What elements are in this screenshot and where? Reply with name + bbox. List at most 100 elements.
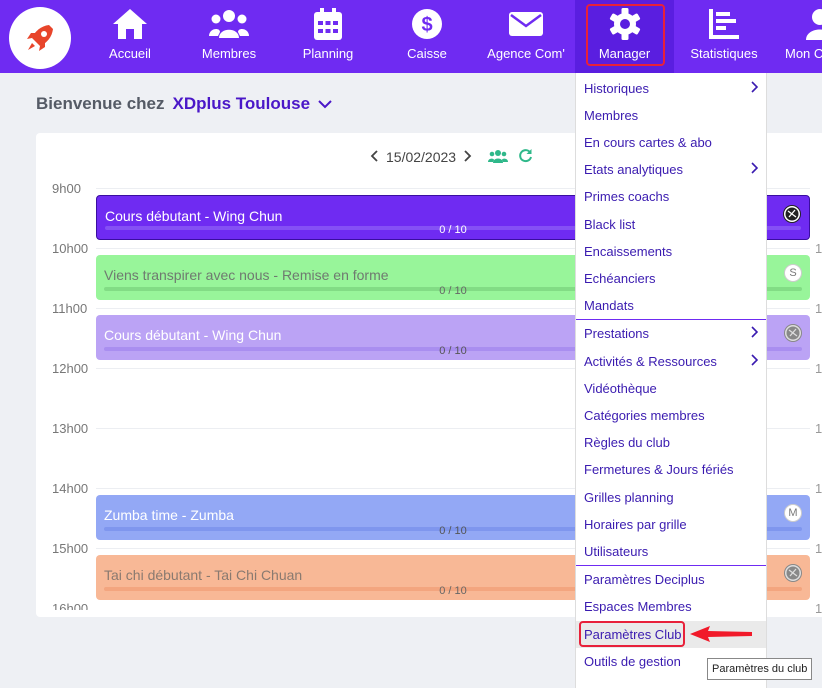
menu-item-prestations[interactable]: Prestations bbox=[576, 320, 766, 347]
right-hour-label: 1 bbox=[815, 601, 822, 616]
menu-item-label: Règles du club bbox=[584, 435, 670, 450]
menu-item-label: Echéanciers bbox=[584, 271, 656, 286]
hour-label: 9h00 bbox=[52, 181, 81, 196]
chevron-right-icon bbox=[751, 354, 759, 369]
tooltip: Paramètres du club bbox=[707, 658, 813, 680]
menu-item-categories-membres[interactable]: Catégories membres bbox=[576, 402, 766, 429]
right-hour-label: 1 bbox=[815, 541, 822, 556]
coach-avatar bbox=[783, 205, 801, 223]
menu-item-label: Historiques bbox=[584, 81, 650, 96]
nav-accueil[interactable]: Accueil bbox=[98, 0, 162, 73]
menu-item-label: Horaires par grille bbox=[584, 517, 687, 532]
menu-item-videotheque[interactable]: Vidéothèque bbox=[576, 375, 766, 402]
menu-item-label: Prestations bbox=[584, 326, 650, 341]
menu-item-primes-coachs[interactable]: Primes coachs bbox=[576, 183, 766, 210]
menu-item-fermetures[interactable]: Fermetures & Jours fériés bbox=[576, 456, 766, 483]
nav-caisse-label: Caisse bbox=[407, 46, 447, 61]
hour-label: 14h00 bbox=[52, 481, 89, 496]
right-hour-label: 1 bbox=[815, 481, 822, 496]
hour-label: 11h00 bbox=[52, 301, 88, 316]
chevron-right-icon bbox=[751, 81, 759, 96]
menu-item-label: Activités & Ressources bbox=[584, 354, 717, 369]
highlight-box bbox=[586, 4, 665, 66]
menu-item-black-list[interactable]: Black list bbox=[576, 211, 766, 238]
menu-item-label: En cours cartes & abo bbox=[584, 135, 712, 150]
menu-item-membres[interactable]: Membres bbox=[576, 102, 766, 129]
chart-icon bbox=[708, 7, 740, 41]
menu-item-label: Grilles planning bbox=[584, 490, 674, 505]
chevron-down-icon[interactable] bbox=[318, 94, 332, 114]
nav-membres-label: Membres bbox=[201, 46, 257, 61]
menu-item-label: Fermetures & Jours fériés bbox=[584, 462, 734, 477]
chevron-left-icon[interactable] bbox=[370, 149, 378, 165]
current-date[interactable]: 15/02/2023 bbox=[386, 149, 456, 165]
menu-item-label: Catégories membres bbox=[584, 408, 705, 423]
top-navigation-bar: Accueil Membres Planning $ Caisse Agence… bbox=[0, 0, 822, 73]
menu-item-activites-ressources[interactable]: Activités & Ressources bbox=[576, 348, 766, 375]
chevron-right-icon bbox=[751, 162, 759, 177]
nav-planning-label: Planning bbox=[302, 46, 354, 61]
rocket-logo-icon[interactable] bbox=[9, 7, 71, 69]
menu-item-horaires-par-grille[interactable]: Horaires par grille bbox=[576, 511, 766, 538]
menu-item-mandats[interactable]: Mandats bbox=[576, 292, 766, 319]
hour-label: 16h00 bbox=[52, 601, 89, 610]
nav-accueil-label: Accueil bbox=[109, 46, 151, 61]
coach-avatar: S bbox=[784, 264, 802, 282]
svg-text:$: $ bbox=[421, 14, 432, 36]
menu-item-label: Etats analytiques bbox=[584, 162, 684, 177]
chevron-right-icon[interactable] bbox=[464, 149, 472, 165]
highlight-box bbox=[579, 621, 685, 647]
nav-agence-com-label: Agence Com' bbox=[487, 46, 565, 61]
date-navigator: 15/02/2023 bbox=[370, 148, 533, 166]
welcome-header: Bienvenue chez XDplus Toulouse bbox=[36, 94, 332, 114]
menu-item-label: Membres bbox=[584, 108, 639, 123]
menu-item-espaces-membres[interactable]: Espaces Membres bbox=[576, 593, 766, 620]
chevron-right-icon bbox=[751, 326, 759, 341]
menu-item-regles-du-club[interactable]: Règles du club bbox=[576, 429, 766, 456]
menu-item-label: Utilisateurs bbox=[584, 544, 649, 559]
right-hour-label: 1 bbox=[815, 361, 822, 376]
envelope-icon bbox=[508, 7, 544, 41]
nav-membres[interactable]: Membres bbox=[196, 0, 262, 73]
coach-avatar: M bbox=[784, 504, 802, 522]
group-icon[interactable] bbox=[488, 149, 509, 166]
users-icon bbox=[208, 7, 250, 41]
red-arrow-icon bbox=[690, 626, 752, 642]
nav-statistiques[interactable]: Statistiques bbox=[686, 0, 762, 73]
nav-agence-com[interactable]: Agence Com' bbox=[484, 0, 568, 73]
nav-caisse[interactable]: $ Caisse bbox=[394, 0, 460, 73]
nav-manager[interactable]: Manager bbox=[575, 0, 674, 73]
nav-mon-compte[interactable]: Mon C bbox=[782, 0, 822, 73]
menu-item-echeanciers[interactable]: Echéanciers bbox=[576, 265, 766, 292]
menu-item-etats-analytiques[interactable]: Etats analytiques bbox=[576, 156, 766, 183]
menu-item-label: Outils de gestion bbox=[584, 654, 681, 669]
nav-planning[interactable]: Planning bbox=[295, 0, 361, 73]
menu-item-label: Primes coachs bbox=[584, 189, 670, 204]
menu-item-grilles-planning[interactable]: Grilles planning bbox=[576, 484, 766, 511]
menu-item-encaissements[interactable]: Encaissements bbox=[576, 238, 766, 265]
calendar-icon bbox=[313, 7, 343, 41]
menu-item-label: Espaces Membres bbox=[584, 599, 692, 614]
menu-item-parametres-deciplus[interactable]: Paramètres Deciplus bbox=[576, 566, 766, 593]
right-hour-label: 1 bbox=[815, 421, 822, 436]
menu-item-utilisateurs[interactable]: Utilisateurs bbox=[576, 538, 766, 565]
menu-item-label: Encaissements bbox=[584, 244, 673, 259]
hour-label: 13h00 bbox=[52, 421, 89, 436]
menu-item-label: Vidéothèque bbox=[584, 381, 657, 396]
coach-avatar bbox=[784, 564, 802, 582]
menu-item-label: Black list bbox=[584, 217, 636, 232]
manager-dropdown-menu: Historiques Membres En cours cartes & ab… bbox=[575, 73, 767, 688]
refresh-icon[interactable] bbox=[518, 148, 533, 166]
club-selector[interactable]: XDplus Toulouse bbox=[173, 94, 311, 114]
nav-statistiques-label: Statistiques bbox=[690, 46, 758, 61]
menu-item-label: Mandats bbox=[584, 298, 634, 313]
hour-label: 12h00 bbox=[52, 361, 89, 376]
dollar-icon: $ bbox=[411, 7, 443, 41]
menu-item-en-cours-cartes[interactable]: En cours cartes & abo bbox=[576, 129, 766, 156]
menu-item-label: Paramètres Deciplus bbox=[584, 572, 705, 587]
hour-label: 10h00 bbox=[52, 241, 89, 256]
nav-mon-compte-label: Mon C bbox=[785, 46, 822, 61]
coach-avatar bbox=[784, 324, 802, 342]
menu-item-historiques[interactable]: Historiques bbox=[576, 75, 766, 102]
right-hour-label: 1 bbox=[815, 301, 822, 316]
